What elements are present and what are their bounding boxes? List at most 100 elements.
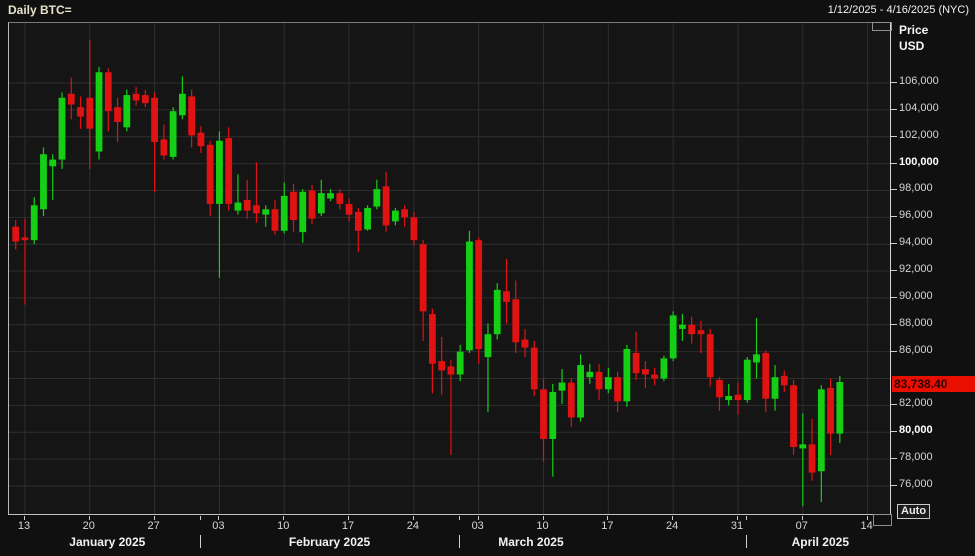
price-axis-label: 82,000	[899, 397, 933, 409]
price-axis-tick	[891, 243, 897, 244]
candle	[59, 98, 66, 160]
candle	[188, 96, 195, 135]
price-axis-tick	[891, 270, 897, 271]
candle	[818, 389, 825, 471]
candle	[503, 291, 510, 302]
candle	[531, 348, 538, 390]
candle	[559, 383, 566, 391]
candle	[160, 139, 167, 155]
price-axis-tick	[891, 351, 897, 352]
candle	[512, 299, 519, 342]
auto-scale-button[interactable]: Auto	[897, 504, 930, 519]
date-axis-label: 13	[11, 520, 37, 532]
candle	[790, 385, 797, 447]
price-axis-tick	[891, 163, 897, 164]
date-range-label: 1/12/2025 - 4/16/2025 (NYC)	[828, 4, 969, 16]
candle	[670, 315, 677, 358]
candle	[429, 314, 436, 364]
price-axis-tick	[891, 458, 897, 459]
candle	[522, 340, 529, 348]
candle	[318, 193, 325, 213]
price-axis-label: 94,000	[899, 236, 933, 248]
candle	[614, 377, 621, 401]
price-axis-tick	[891, 136, 897, 137]
candle	[827, 388, 834, 434]
candle	[401, 209, 408, 217]
candle	[568, 383, 575, 418]
candle	[281, 196, 288, 231]
price-axis-label: 96,000	[899, 209, 933, 221]
price-axis-label: 100,000	[899, 156, 939, 168]
candle	[781, 376, 788, 385]
price-axis-label: 86,000	[899, 344, 933, 356]
candle	[198, 133, 205, 146]
candle	[605, 377, 612, 389]
candle	[364, 208, 371, 229]
candle	[448, 366, 455, 374]
candlestick-plot[interactable]	[9, 23, 890, 514]
candle	[114, 107, 121, 122]
month-label: April 2025	[750, 535, 890, 549]
candle	[355, 212, 362, 231]
price-axis-label: 104,000	[899, 102, 939, 114]
price-axis-label: 88,000	[899, 317, 933, 329]
candle	[772, 377, 779, 398]
price-axis-label: 102,000	[899, 129, 939, 141]
price-axis-tick	[891, 324, 897, 325]
date-axis-label: 24	[659, 520, 685, 532]
candle	[642, 369, 649, 374]
candle	[151, 98, 158, 142]
price-axis-label: 92,000	[899, 263, 933, 275]
candle	[577, 365, 584, 417]
candle	[133, 94, 140, 101]
price-axis-label: 106,000	[899, 75, 939, 87]
date-axis-label: 03	[465, 520, 491, 532]
candle	[651, 375, 658, 379]
candle	[373, 189, 380, 206]
candle	[698, 330, 705, 334]
date-axis-label: 10	[270, 520, 296, 532]
candle	[49, 160, 56, 167]
candle	[735, 395, 742, 400]
candle	[799, 444, 806, 448]
candle	[596, 372, 603, 389]
price-axis-label: 76,000	[899, 478, 933, 490]
candle	[123, 95, 130, 127]
candle	[753, 354, 760, 362]
candle	[633, 353, 640, 373]
date-axis-label: 20	[76, 520, 102, 532]
price-axis-tick	[891, 431, 897, 432]
price-axis-label: 98,000	[899, 182, 933, 194]
date-axis-label: 17	[594, 520, 620, 532]
candle	[661, 358, 668, 378]
price-axis-tick	[891, 404, 897, 405]
candle	[22, 237, 29, 240]
candle	[262, 209, 269, 214]
candle	[438, 361, 445, 370]
candle	[253, 205, 260, 213]
candle	[142, 95, 149, 103]
plot-area[interactable]	[8, 22, 891, 515]
candle	[466, 242, 473, 351]
candle	[762, 353, 769, 399]
candle	[420, 244, 427, 311]
candle	[235, 203, 242, 211]
candle	[725, 396, 732, 400]
candle	[410, 217, 417, 240]
candle	[86, 98, 93, 129]
candle	[457, 352, 464, 375]
price-axis-title: Price	[899, 23, 928, 37]
price-axis-tick	[891, 109, 897, 110]
candle	[336, 193, 343, 204]
candle	[68, 94, 75, 105]
last-price-badge[interactable]: 83,738.40	[892, 376, 975, 392]
month-boundary-tick	[459, 516, 460, 520]
price-axis-tick	[891, 485, 897, 486]
date-axis-label: 27	[141, 520, 167, 532]
candle	[96, 72, 103, 151]
candle	[290, 192, 297, 220]
date-axis-label: 17	[335, 520, 361, 532]
candle	[586, 372, 593, 377]
candle	[494, 290, 501, 334]
price-axis-tick	[891, 216, 897, 217]
